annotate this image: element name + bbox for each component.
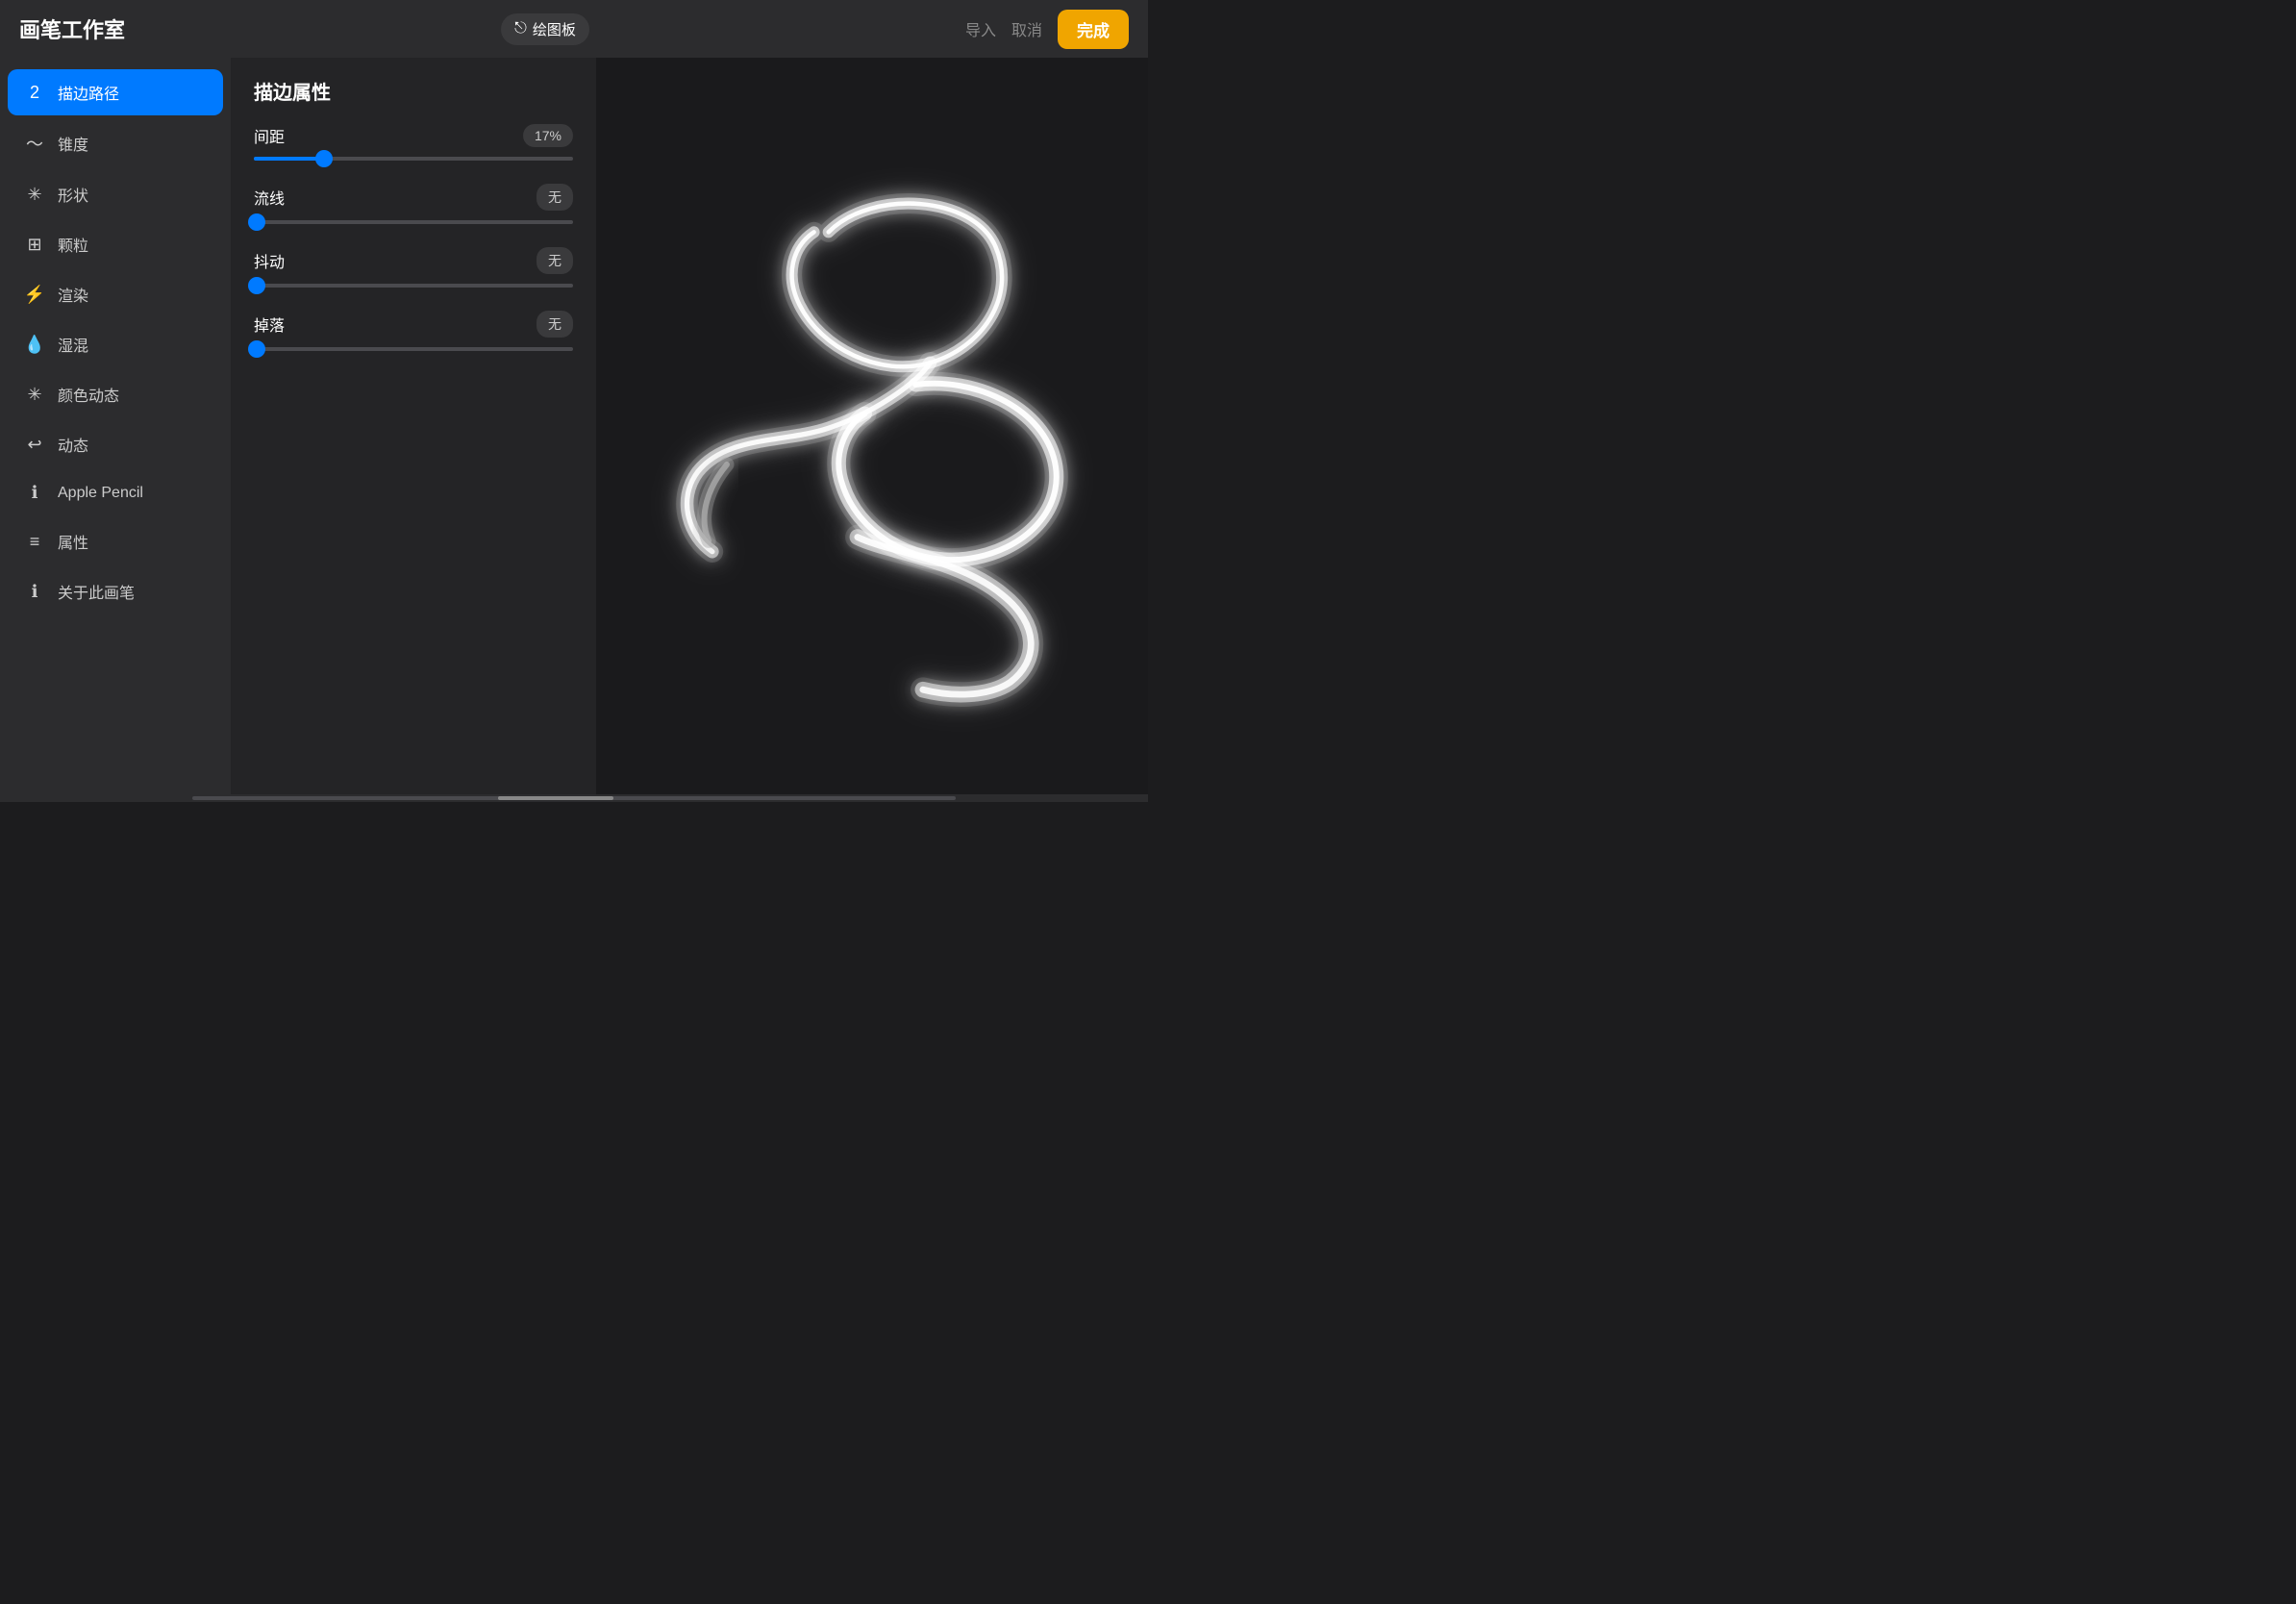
properties-panel: 描边属性 间距 17% 流线 无 抖 [231,58,596,794]
grain-icon: ⊞ [23,235,46,255]
spacing-slider-track [254,157,573,161]
render-icon: ⚡ [23,285,46,305]
falloff-label: 掉落 [254,313,285,336]
taper-icon: 〜 [23,131,46,156]
spacing-property: 间距 17% [254,124,573,161]
properties-icon: ≡ [23,532,46,552]
about-icon: ℹ [23,582,46,602]
sidebar-item-wet-mix[interactable]: 💧 湿混 [8,321,223,367]
sidebar-label-dynamics: 动态 [58,433,88,456]
sidebar-item-color-dynamics[interactable]: ✳ 颜色动态 [8,371,223,417]
falloff-slider-track [254,347,573,351]
jitter-property: 抖动 无 [254,247,573,288]
scrollbar-thumb[interactable] [498,796,613,800]
streamline-property: 流线 无 [254,184,573,224]
cancel-button[interactable]: 取消 [1011,17,1042,40]
sidebar-item-properties[interactable]: ≡ 属性 [8,518,223,564]
wet-mix-icon: 💧 [23,335,46,355]
apple-pencil-icon: ℹ [23,483,46,503]
shape-icon: ✳ [23,185,46,205]
falloff-value: 无 [537,311,573,338]
app-header: 画笔工作室 ⎋ 绘图板 导入 取消 完成 [0,0,1148,58]
sidebar-label-stroke-path: 描边路径 [58,81,119,104]
sidebar-label-wet-mix: 湿混 [58,333,88,356]
sidebar-item-apple-pencil[interactable]: ℹ Apple Pencil [8,471,223,514]
header-center: ⎋ 绘图板 [501,13,589,45]
sidebar-item-about[interactable]: ℹ 关于此画笔 [8,568,223,614]
sidebar-item-taper[interactable]: 〜 锥度 [8,119,223,167]
falloff-property: 掉落 无 [254,311,573,351]
sidebar-label-taper: 锥度 [58,132,88,155]
sidebar-label-properties: 属性 [58,530,88,553]
streamline-slider-thumb[interactable] [248,213,265,231]
sidebar-label-shape: 形状 [58,183,88,206]
sidebar-label-apple-pencil: Apple Pencil [58,485,143,502]
streamline-value: 无 [537,184,573,211]
drawing-board-label: 绘图板 [533,19,576,39]
preview-canvas[interactable] [596,58,1148,794]
stroke-path-icon: 2 [23,83,46,103]
sidebar-label-grain: 颗粒 [58,233,88,256]
sidebar-item-grain[interactable]: ⊞ 颗粒 [8,221,223,267]
app-title: 画笔工作室 [19,13,125,44]
dynamics-icon: ↩ [23,435,46,455]
jitter-label: 抖动 [254,249,285,272]
sidebar-item-dynamics[interactable]: ↩ 动态 [8,421,223,467]
jitter-slider-track [254,284,573,288]
falloff-slider-thumb[interactable] [248,340,265,358]
spacing-header: 间距 17% [254,124,573,147]
spacing-value: 17% [523,124,573,147]
sidebar-label-about: 关于此画笔 [58,580,135,603]
import-button[interactable]: 导入 [965,17,996,40]
streamline-header: 流线 无 [254,184,573,211]
jitter-slider-thumb[interactable] [248,277,265,294]
spacing-slider-thumb[interactable] [315,150,333,167]
sidebar-item-stroke-path[interactable]: 2 描边路径 [8,69,223,115]
spacing-label: 间距 [254,124,285,147]
drawing-board-icon: ⎋ [514,20,527,38]
done-button[interactable]: 完成 [1058,10,1129,49]
sidebar-label-render: 渲染 [58,283,88,306]
color-dynamics-icon: ✳ [23,385,46,405]
bottom-scrollbar[interactable] [0,794,1148,802]
drawing-board-button[interactable]: ⎋ 绘图板 [501,13,589,45]
streamline-label: 流线 [254,186,285,209]
scrollbar-track [192,796,956,800]
falloff-header: 掉落 无 [254,311,573,338]
sidebar: 2 描边路径 〜 锥度 ✳ 形状 ⊞ 颗粒 ⚡ 渲染 💧 湿混 ✳ 颜色动态 [0,58,231,794]
header-actions: 导入 取消 完成 [965,10,1129,49]
brush-preview-svg [596,58,1148,794]
panel-title: 描边属性 [254,77,573,105]
streamline-slider-track [254,220,573,224]
sidebar-item-render[interactable]: ⚡ 渲染 [8,271,223,317]
jitter-header: 抖动 无 [254,247,573,274]
sidebar-label-color-dynamics: 颜色动态 [58,383,119,406]
main-content: 2 描边路径 〜 锥度 ✳ 形状 ⊞ 颗粒 ⚡ 渲染 💧 湿混 ✳ 颜色动态 [0,58,1148,794]
jitter-value: 无 [537,247,573,274]
sidebar-item-shape[interactable]: ✳ 形状 [8,171,223,217]
